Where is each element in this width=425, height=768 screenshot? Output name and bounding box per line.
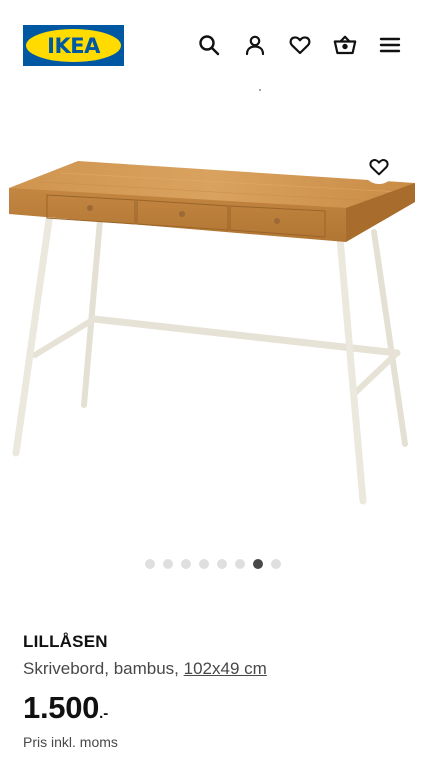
- product-image: [9, 161, 415, 505]
- basket-icon[interactable]: [333, 33, 357, 57]
- pager-dot-active[interactable]: [252, 559, 263, 569]
- account-icon[interactable]: [243, 33, 267, 57]
- price-suffix: .-: [99, 705, 109, 722]
- pager-dot[interactable]: [162, 559, 173, 569]
- product-type: Skrivebord, bambus,: [23, 659, 184, 678]
- heart-icon: [369, 159, 389, 176]
- product-gallery[interactable]: [0, 110, 425, 540]
- add-to-favorites-button[interactable]: [362, 150, 396, 184]
- logo-text: IKEA: [47, 33, 100, 58]
- product-dimensions-link[interactable]: 102x49 cm: [184, 659, 267, 678]
- heart-icon[interactable]: [288, 33, 312, 57]
- header: IKEA: [0, 0, 425, 90]
- pager-dot[interactable]: [216, 559, 227, 569]
- product-description: Skrivebord, bambus, 102x49 cm: [23, 659, 267, 679]
- pager-dot[interactable]: [198, 559, 209, 569]
- search-icon[interactable]: [197, 33, 221, 57]
- image-pager: [0, 559, 425, 571]
- menu-icon[interactable]: [378, 33, 402, 57]
- product-name: LILLÅSEN: [23, 632, 108, 651]
- pager-dot[interactable]: [234, 559, 245, 569]
- ikea-logo[interactable]: IKEA: [23, 25, 124, 66]
- pager-dot[interactable]: [144, 559, 155, 569]
- price-amount: 1.500: [23, 690, 100, 725]
- pager-dot[interactable]: [270, 559, 281, 569]
- separator-dot: [259, 89, 261, 91]
- pager-dot[interactable]: [180, 559, 191, 569]
- vat-note: Pris inkl. moms: [23, 734, 118, 750]
- product-price: 1.500 .-: [23, 690, 108, 726]
